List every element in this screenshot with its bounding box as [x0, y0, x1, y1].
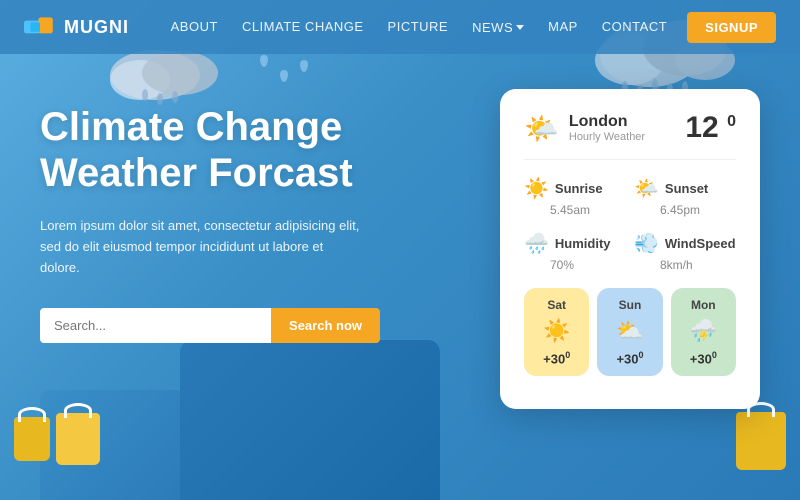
- sunset-label: Sunset: [665, 181, 708, 196]
- nav-item-map[interactable]: MAP: [548, 18, 578, 36]
- headline: Climate Change Weather Forcast: [40, 104, 480, 196]
- nav-item-picture[interactable]: PICTURE: [388, 18, 449, 36]
- navbar: MUGNI ABOUT CLIMATE CHANGE PICTURE NEWS …: [0, 0, 800, 54]
- sunrise-label: Sunrise: [555, 181, 603, 196]
- headline-line1: Climate Change: [40, 105, 342, 149]
- sunset-icon: 🌤️: [634, 176, 659, 201]
- stat-sunrise-row: ☀️ Sunrise: [524, 176, 626, 201]
- windspeed-icon: 💨: [634, 231, 659, 256]
- humidity-icon: 🌧️: [524, 231, 549, 256]
- nav-item-about[interactable]: ABOUT: [171, 18, 218, 36]
- search-bar: Search now: [40, 308, 380, 343]
- forecast-mon-temp: +300: [690, 350, 717, 366]
- hero-subtext: Lorem ipsum dolor sit amet, consectetur …: [40, 216, 360, 278]
- sunrise-value: 5.45am: [550, 203, 626, 217]
- stat-sunset: 🌤️ Sunset 6.45pm: [634, 176, 736, 217]
- signup-button[interactable]: SIGNUP: [687, 12, 776, 43]
- logo[interactable]: MUGNI: [24, 15, 129, 39]
- stats-grid: ☀️ Sunrise 5.45am 🌤️ Sunset 6.45pm 🌧️ Hu…: [524, 176, 736, 272]
- city-name: London: [569, 113, 676, 131]
- windspeed-value: 8km/h: [660, 258, 736, 272]
- temp-value: 12: [685, 111, 718, 144]
- search-button[interactable]: Search now: [271, 308, 380, 343]
- humidity-value: 70%: [550, 258, 626, 272]
- temperature-display: 12 0: [685, 111, 736, 145]
- sunset-value: 6.45pm: [660, 203, 736, 217]
- stat-sunrise: ☀️ Sunrise 5.45am: [524, 176, 626, 217]
- nav-links: ABOUT CLIMATE CHANGE PICTURE NEWS MAP CO…: [171, 18, 668, 36]
- main-content: Climate Change Weather Forcast Lorem ips…: [0, 54, 800, 409]
- forecast-sun-icon: ⛅: [616, 318, 643, 344]
- hero-left: Climate Change Weather Forcast Lorem ips…: [40, 94, 480, 409]
- forecast-sat-icon: ☀️: [543, 318, 570, 344]
- weather-card: 🌤️ London Hourly Weather 12 0 ☀️ Sunrise…: [500, 89, 760, 409]
- forecast-sun: Sun ⛅ +300: [597, 288, 662, 376]
- forecast-mon: Mon ⛈️ +300: [671, 288, 736, 376]
- logo-text: MUGNI: [64, 17, 129, 38]
- forecast-sat-day: Sat: [547, 298, 566, 312]
- headline-line2: Weather Forcast: [40, 151, 353, 195]
- forecast-sun-day: Sun: [619, 298, 642, 312]
- search-input[interactable]: [40, 308, 271, 343]
- shopping-bag-right: [736, 412, 786, 475]
- forecast-sun-temp: +300: [616, 350, 643, 366]
- city-weather-icon: 🌤️: [524, 112, 559, 145]
- nav-item-news[interactable]: NEWS: [472, 20, 524, 35]
- forecast-row: Sat ☀️ +300 Sun ⛅ +300 Mon ⛈️ +300: [524, 288, 736, 376]
- nav-item-contact[interactable]: CONTACT: [602, 18, 667, 36]
- nav-item-climate-change[interactable]: CLIMATE CHANGE: [242, 18, 364, 36]
- forecast-sat: Sat ☀️ +300: [524, 288, 589, 376]
- card-header: 🌤️ London Hourly Weather 12 0: [524, 111, 736, 160]
- forecast-mon-day: Mon: [691, 298, 716, 312]
- sunrise-icon: ☀️: [524, 176, 549, 201]
- city-subtitle: Hourly Weather: [569, 131, 676, 143]
- forecast-sat-temp: +300: [543, 350, 570, 366]
- humidity-label: Humidity: [555, 236, 611, 251]
- stat-humidity: 🌧️ Humidity 70%: [524, 231, 626, 272]
- card-city-info: London Hourly Weather: [569, 113, 676, 143]
- news-chevron-icon: [516, 25, 524, 30]
- shopping-bags-left: [14, 413, 100, 465]
- temp-unit: 0: [727, 113, 736, 130]
- forecast-mon-icon: ⛈️: [690, 318, 717, 344]
- stat-sunset-row: 🌤️ Sunset: [634, 176, 736, 201]
- logo-icon: [24, 15, 56, 39]
- windspeed-label: WindSpeed: [665, 236, 736, 251]
- stat-windspeed-row: 💨 WindSpeed: [634, 231, 736, 256]
- stat-humidity-row: 🌧️ Humidity: [524, 231, 626, 256]
- stat-windspeed: 💨 WindSpeed 8km/h: [634, 231, 736, 272]
